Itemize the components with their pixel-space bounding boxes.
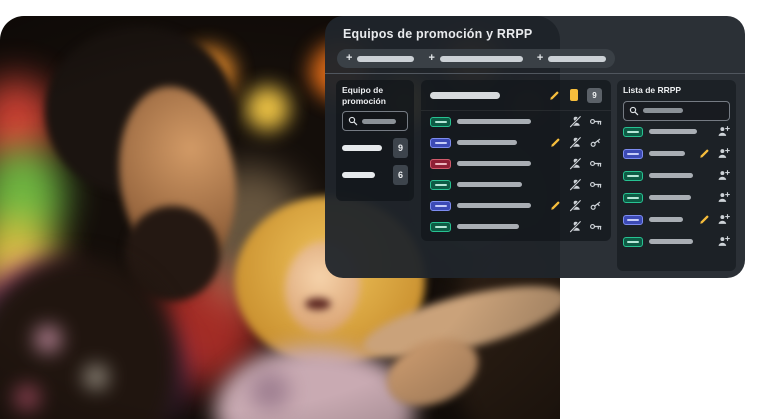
role-tag-green [623, 171, 643, 181]
rrpp-row[interactable] [623, 231, 730, 253]
role-tag-green [430, 222, 451, 232]
search-icon [348, 116, 358, 126]
person-add-icon[interactable] [717, 147, 730, 160]
row-placeholder-bar [342, 145, 382, 151]
plus-icon: + [428, 53, 434, 64]
plus-icon: + [537, 53, 543, 64]
header-divider [325, 73, 745, 74]
team-member-row[interactable] [421, 216, 611, 237]
person-off-icon[interactable] [569, 115, 582, 128]
promo-team-card: Equipo de promoción 9 6 [336, 80, 414, 201]
team-member-row[interactable] [421, 174, 611, 195]
member-name-bar [457, 161, 531, 166]
key-icon[interactable] [589, 157, 602, 170]
rrpp-row[interactable] [623, 209, 730, 231]
role-tag-blue [430, 201, 451, 211]
count-badge: 9 [393, 138, 408, 158]
person-off-icon[interactable] [569, 199, 582, 212]
rrpp-name-bar [649, 129, 697, 134]
team-member-row[interactable] [421, 132, 611, 153]
team-detail-card: 9 [421, 80, 611, 241]
search-placeholder-bar [643, 108, 683, 113]
rrpp-row[interactable] [623, 121, 730, 143]
role-tag-green [623, 237, 643, 247]
screenshot-canvas: Equipos de promoción y RRPP + + + Equipo d… [0, 0, 768, 419]
team-member-row[interactable] [421, 111, 611, 132]
team-detail-header: 9 [421, 80, 611, 111]
member-count-badge: 9 [587, 88, 602, 103]
edit-icon[interactable] [549, 199, 562, 212]
person-add-icon[interactable] [717, 169, 730, 182]
promo-team-title: Equipo de promoción [342, 85, 408, 106]
person-add-icon[interactable] [717, 191, 730, 204]
rrpp-row[interactable] [623, 143, 730, 165]
rrpp-name-bar [649, 195, 691, 200]
key-off-icon[interactable] [589, 199, 602, 212]
edit-icon[interactable] [548, 89, 561, 102]
role-tag-blue [623, 149, 643, 159]
person-add-icon[interactable] [717, 235, 730, 248]
person-add-icon[interactable] [717, 125, 730, 138]
add-item-pill[interactable]: + [537, 53, 606, 64]
role-tag-green [430, 180, 451, 190]
rrpp-name-bar [649, 151, 685, 156]
member-name-bar [457, 182, 522, 187]
role-tag-green [430, 117, 451, 127]
role-tag-blue [623, 215, 643, 225]
rrpp-row[interactable] [623, 165, 730, 187]
rrpp-row[interactable] [623, 187, 730, 209]
member-name-bar [457, 203, 531, 208]
role-tag-red [430, 159, 451, 169]
person-off-icon[interactable] [569, 136, 582, 149]
member-name-bar [457, 224, 519, 229]
key-icon[interactable] [589, 220, 602, 233]
pill-placeholder-bar [357, 56, 414, 62]
role-tag-blue [430, 138, 451, 148]
panel-title: Equipos de promoción y RRPP [343, 27, 532, 41]
person-off-icon[interactable] [569, 220, 582, 233]
edit-icon[interactable] [698, 213, 711, 226]
add-item-pill[interactable]: + [428, 53, 522, 64]
member-name-bar [457, 119, 531, 124]
teams-panel: Equipos de promoción y RRPP + + + Equipo d… [325, 16, 745, 278]
row-placeholder-bar [342, 172, 375, 178]
team-member-row[interactable] [421, 153, 611, 174]
rrpp-name-bar [649, 217, 683, 222]
key-icon[interactable] [589, 115, 602, 128]
person-off-icon[interactable] [569, 157, 582, 170]
yellow-tag-icon[interactable] [570, 89, 578, 101]
person-add-icon[interactable] [717, 213, 730, 226]
team-name-bar [430, 92, 500, 99]
edit-icon[interactable] [698, 147, 711, 160]
add-pills-bar: + + + [337, 49, 615, 68]
key-icon[interactable] [589, 178, 602, 191]
rrpp-list-title: Lista de RRPP [623, 85, 730, 96]
role-tag-green [623, 127, 643, 137]
member-name-bar [457, 140, 517, 145]
pill-placeholder-bar [548, 56, 606, 62]
search-placeholder-bar [362, 119, 396, 124]
promo-team-search-input[interactable] [342, 111, 408, 131]
promo-team-row[interactable]: 9 [342, 138, 408, 158]
role-tag-green [623, 193, 643, 203]
rrpp-search-input[interactable] [623, 101, 730, 121]
plus-icon: + [346, 53, 352, 64]
rrpp-list-card: Lista de RRPP [617, 80, 736, 271]
count-badge: 6 [393, 165, 408, 185]
rrpp-name-bar [649, 173, 693, 178]
edit-icon[interactable] [549, 136, 562, 149]
key-off-icon[interactable] [589, 136, 602, 149]
pill-placeholder-bar [440, 56, 523, 62]
person-off-icon[interactable] [569, 178, 582, 191]
search-icon [629, 106, 639, 116]
team-member-row[interactable] [421, 195, 611, 216]
add-item-pill[interactable]: + [346, 53, 414, 64]
promo-team-row[interactable]: 6 [342, 165, 408, 185]
rrpp-name-bar [649, 239, 693, 244]
